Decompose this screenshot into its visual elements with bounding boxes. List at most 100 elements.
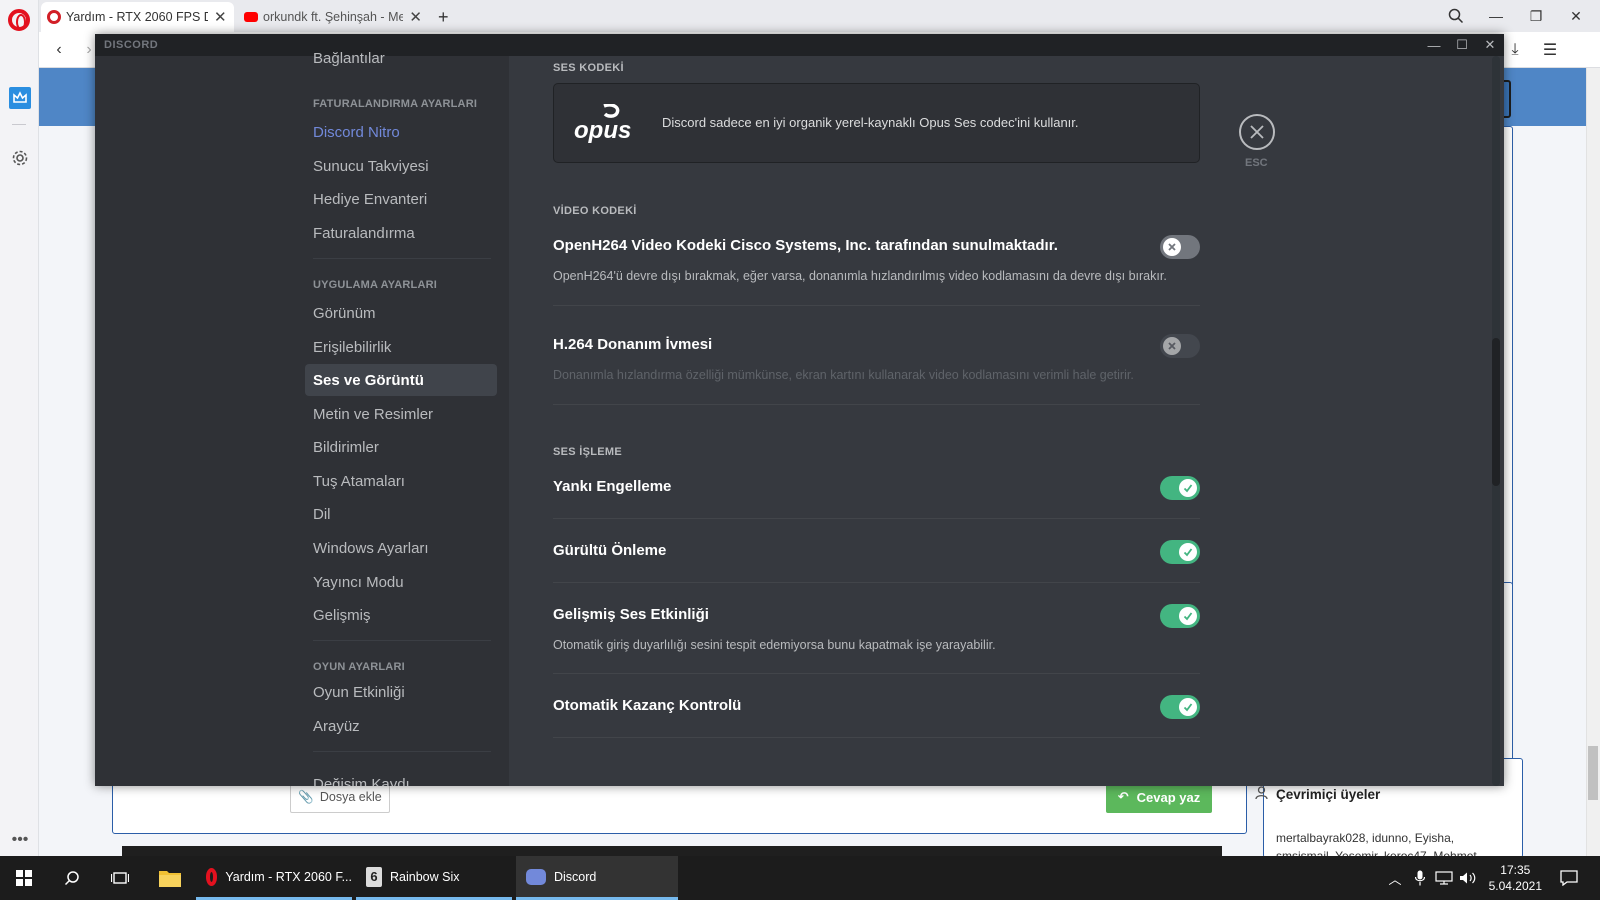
h264-acceleration-toggle[interactable] (1160, 334, 1200, 358)
online-title-text: Çevrimiçi üyeler (1276, 787, 1381, 802)
row-separator (553, 404, 1200, 405)
close-settings-button[interactable] (1239, 114, 1275, 150)
back-arrow-icon[interactable]: ‹ (49, 40, 69, 60)
toggle-check-icon (1179, 698, 1197, 716)
notifications-icon[interactable] (1560, 868, 1578, 888)
nav-separator (313, 751, 491, 752)
page-scrollbar[interactable] (1586, 68, 1600, 856)
row-separator (553, 673, 1200, 674)
discord-minimize-icon[interactable]: — (1420, 34, 1448, 56)
nav-item-text-images[interactable]: Metin ve Resimler (305, 398, 497, 430)
nav-item-connections[interactable]: Bağlantılar (305, 42, 497, 74)
discord-close-icon[interactable]: ✕ (1476, 34, 1504, 56)
openh264-description: OpenH264'ü devre dışı bırakmak, eğer var… (553, 269, 1167, 283)
noise-suppression-toggle[interactable] (1160, 540, 1200, 564)
discord-wordmark: DISCORD (104, 39, 159, 51)
close-tab-icon[interactable]: ✕ (214, 8, 227, 26)
echo-cancellation-title: Yankı Engelleme (553, 478, 672, 495)
openh264-title: OpenH264 Video Kodeki Cisco Systems, Inc… (553, 237, 1058, 254)
nav-item-language[interactable]: Dil (305, 498, 497, 530)
nav-item-advanced[interactable]: Gelişmiş (305, 599, 497, 631)
toggle-x-icon (1163, 337, 1181, 355)
h264-acceleration-title: H.264 Donanım İvmesi (553, 336, 713, 353)
sidebar-divider (12, 124, 26, 125)
tray-chevron-up-icon[interactable]: ︿ (1386, 868, 1404, 888)
clock-date: 5.04.2021 (1488, 879, 1542, 893)
nav-item-changelog[interactable]: Değişim Kaydı (305, 768, 497, 787)
easy-setup-menu-icon[interactable]: ☰ (1540, 40, 1560, 60)
nav-item-overlay[interactable]: Arayüz (305, 710, 497, 742)
nav-header-app: UYGULAMA AYARLARI (313, 279, 438, 291)
tab-help-rtx[interactable]: Yardım - RTX 2060 FPS Drop ✕ (41, 2, 234, 32)
auto-gain-control-toggle[interactable] (1160, 695, 1200, 719)
close-x-icon (1250, 125, 1264, 139)
toggle-check-icon (1179, 479, 1197, 497)
nav-item-streamer-mode[interactable]: Yayıncı Modu (305, 566, 497, 598)
taskbar-app-opera[interactable]: Yardım - RTX 2060 F... (196, 856, 352, 900)
taskbar-app-label: Yardım - RTX 2060 F... (225, 869, 352, 884)
nav-item-appearance[interactable]: Görünüm (305, 297, 497, 329)
taskbar-app-rainbow-six[interactable]: 6 Rainbow Six (356, 856, 512, 900)
toggle-check-icon (1179, 607, 1197, 625)
settings-sidebar: Bağlantılar FATURALANDIRMA AYARLARI Disc… (95, 50, 509, 787)
taskbar-app-label: Discord (554, 869, 597, 884)
nav-item-voice-video[interactable]: Ses ve Görüntü (305, 364, 497, 396)
taskbar-clock[interactable]: 17:35 5.04.2021 (1489, 862, 1542, 894)
search-icon[interactable] (48, 856, 96, 900)
settings-gear-icon[interactable] (8, 146, 32, 170)
opera-crown-icon[interactable] (8, 86, 32, 110)
restore-icon[interactable]: ❐ (1519, 4, 1553, 28)
user-icon (1255, 786, 1268, 803)
microphone-icon[interactable] (1411, 868, 1429, 888)
nav-item-billing[interactable]: Faturalandırma (305, 217, 497, 249)
h264-acceleration-description: Donanımla hızlandırma özelliği mümkünse,… (553, 368, 1134, 382)
windows-start-icon[interactable] (0, 856, 48, 900)
row-separator (553, 582, 1200, 583)
reply-label: Cevap yaz (1136, 789, 1201, 805)
opera-logo-icon[interactable] (8, 9, 30, 31)
opera-sidebar: ••• (0, 0, 39, 856)
content-scroll-thumb[interactable] (1492, 338, 1500, 486)
tab-youtube[interactable]: orkundk ft. Şehinşah - Mer ✕ (238, 2, 428, 32)
nav-item-accessibility[interactable]: Erişilebilirlik (305, 331, 497, 363)
discord-maximize-icon[interactable]: ☐ (1448, 34, 1476, 56)
reply-arrow-icon: ↶ (1117, 789, 1129, 804)
opera-favicon-icon (47, 10, 61, 24)
nav-item-gift-inventory[interactable]: Hediye Envanteri (305, 183, 497, 215)
opus-codec-card: opus Discord sadece en iyi organik yerel… (553, 83, 1200, 163)
nav-item-nitro[interactable]: Discord Nitro (305, 116, 497, 148)
opera-icon (206, 867, 218, 886)
discord-icon (526, 868, 546, 885)
online-members-list: mertalbayrak028, idunno, Eyisha, smsisma… (1276, 831, 1477, 856)
task-view-icon[interactable] (96, 856, 144, 900)
nav-item-keybinds[interactable]: Tuş Atamaları (305, 465, 497, 497)
search-tabs-icon[interactable] (1439, 4, 1473, 28)
volume-icon[interactable] (1459, 868, 1477, 888)
file-explorer-icon[interactable] (146, 856, 194, 900)
close-window-icon[interactable]: ✕ (1559, 4, 1593, 28)
clock-time: 17:35 (1500, 863, 1531, 877)
audio-codec-title: SES KODEKİ (553, 62, 624, 74)
openh264-toggle[interactable] (1160, 235, 1200, 259)
youtube-favicon-icon (244, 12, 258, 22)
nav-item-game-activity[interactable]: Oyun Etkinliği (305, 676, 497, 708)
more-dots-icon[interactable]: ••• (8, 828, 32, 852)
close-tab-icon[interactable]: ✕ (409, 8, 422, 26)
page-scroll-thumb[interactable] (1588, 746, 1598, 800)
advanced-voice-activity-toggle[interactable] (1160, 604, 1200, 628)
taskbar-app-discord[interactable]: Discord (516, 856, 678, 900)
advanced-voice-activity-description: Otomatik giriş duyarlılığı sesini tespit… (553, 638, 996, 652)
echo-cancellation-toggle[interactable] (1160, 476, 1200, 500)
nav-item-server-boost[interactable]: Sunucu Takviyesi (305, 150, 497, 182)
taskbar-app-label: Rainbow Six (390, 869, 460, 884)
settings-content: SES KODEKİ opus Discord sadece en iyi or… (509, 56, 1504, 786)
network-icon[interactable] (1435, 868, 1453, 888)
new-tab-button[interactable]: + (432, 2, 456, 32)
row-separator (553, 518, 1200, 519)
nav-item-windows-settings[interactable]: Windows Ayarları (305, 532, 497, 564)
nav-item-notifications[interactable]: Bildirimler (305, 431, 497, 463)
minimize-icon[interactable]: — (1479, 4, 1513, 28)
paperclip-icon: 📎 (298, 789, 314, 804)
download-icon[interactable]: ⤓ (1505, 40, 1525, 60)
online-members-title: Çevrimiçi üyeler (1255, 786, 1380, 803)
